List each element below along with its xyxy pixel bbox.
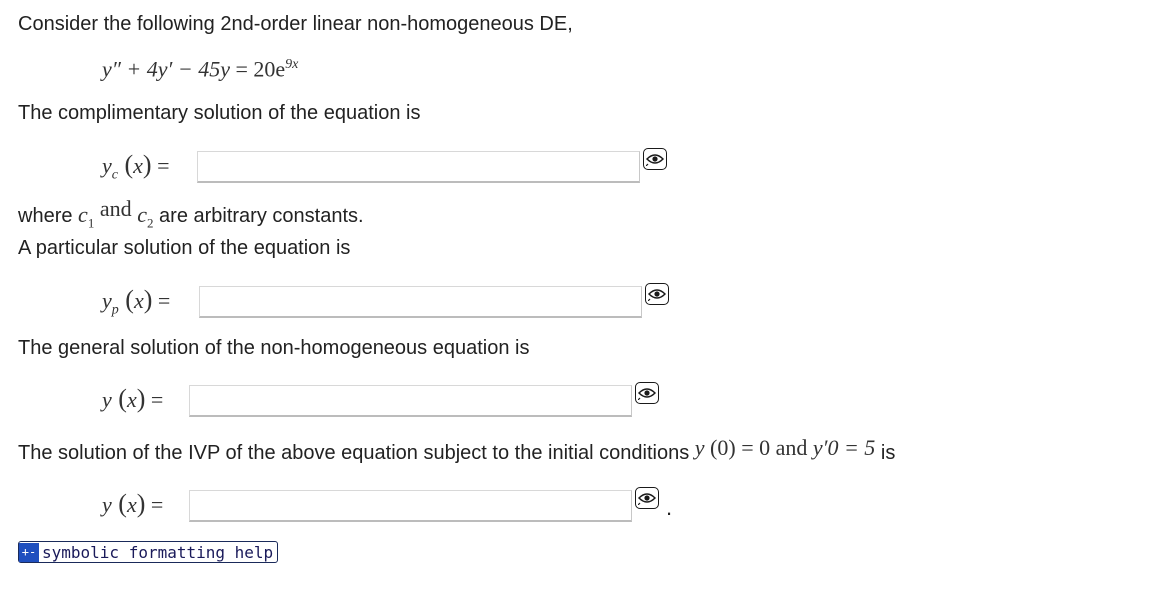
general-label: y (x) =: [102, 384, 164, 413]
de-equation: y″ + 4y′ − 45y = 20e9x: [102, 51, 298, 83]
de-rhs-base: 20e: [253, 56, 286, 82]
intro-text: Consider the following 2nd-order linear …: [18, 13, 573, 35]
ivp-sentence: The solution of the IVP of the above equ…: [18, 435, 896, 465]
ivp-solution-input[interactable]: [189, 490, 632, 522]
particular-preview-button[interactable]: [645, 283, 669, 305]
constants-sentence: where c1 and c2 are arbitrary constants.: [18, 196, 364, 231]
de-lhs: y″ + 4y′ − 45y: [102, 56, 230, 82]
ivp-preview-button[interactable]: [635, 487, 659, 509]
eye-preview-icon: [648, 289, 666, 301]
eye-preview-icon: [638, 493, 656, 505]
de-equals: =: [235, 56, 248, 82]
particular-solution-input[interactable]: [199, 286, 642, 318]
complementary-solution-input[interactable]: [197, 151, 640, 183]
eye-preview-icon: [646, 154, 664, 166]
particular-label: yp (x) =: [102, 285, 171, 318]
ivp-terminal-period: .: [666, 495, 673, 520]
help-link-label: symbolic formatting help: [42, 542, 274, 562]
complementary-preview-button[interactable]: [643, 148, 667, 170]
eye-preview-icon: [638, 388, 656, 400]
symbolic-formatting-help-link[interactable]: +- symbolic formatting help: [18, 541, 279, 563]
general-solution-input[interactable]: [189, 385, 632, 417]
general-prompt: The general solution of the non-homogene…: [18, 337, 530, 359]
plus-minus-icon: +-: [19, 542, 39, 562]
particular-prompt: A particular solution of the equation is: [18, 237, 351, 259]
ivp-label: y (x) =: [102, 489, 164, 518]
complementary-label: yc (x) =: [102, 150, 170, 183]
general-preview-button[interactable]: [635, 382, 659, 404]
complementary-prompt: The complimentary solution of the equati…: [18, 102, 421, 124]
de-rhs-exponent: 9x: [285, 57, 299, 72]
